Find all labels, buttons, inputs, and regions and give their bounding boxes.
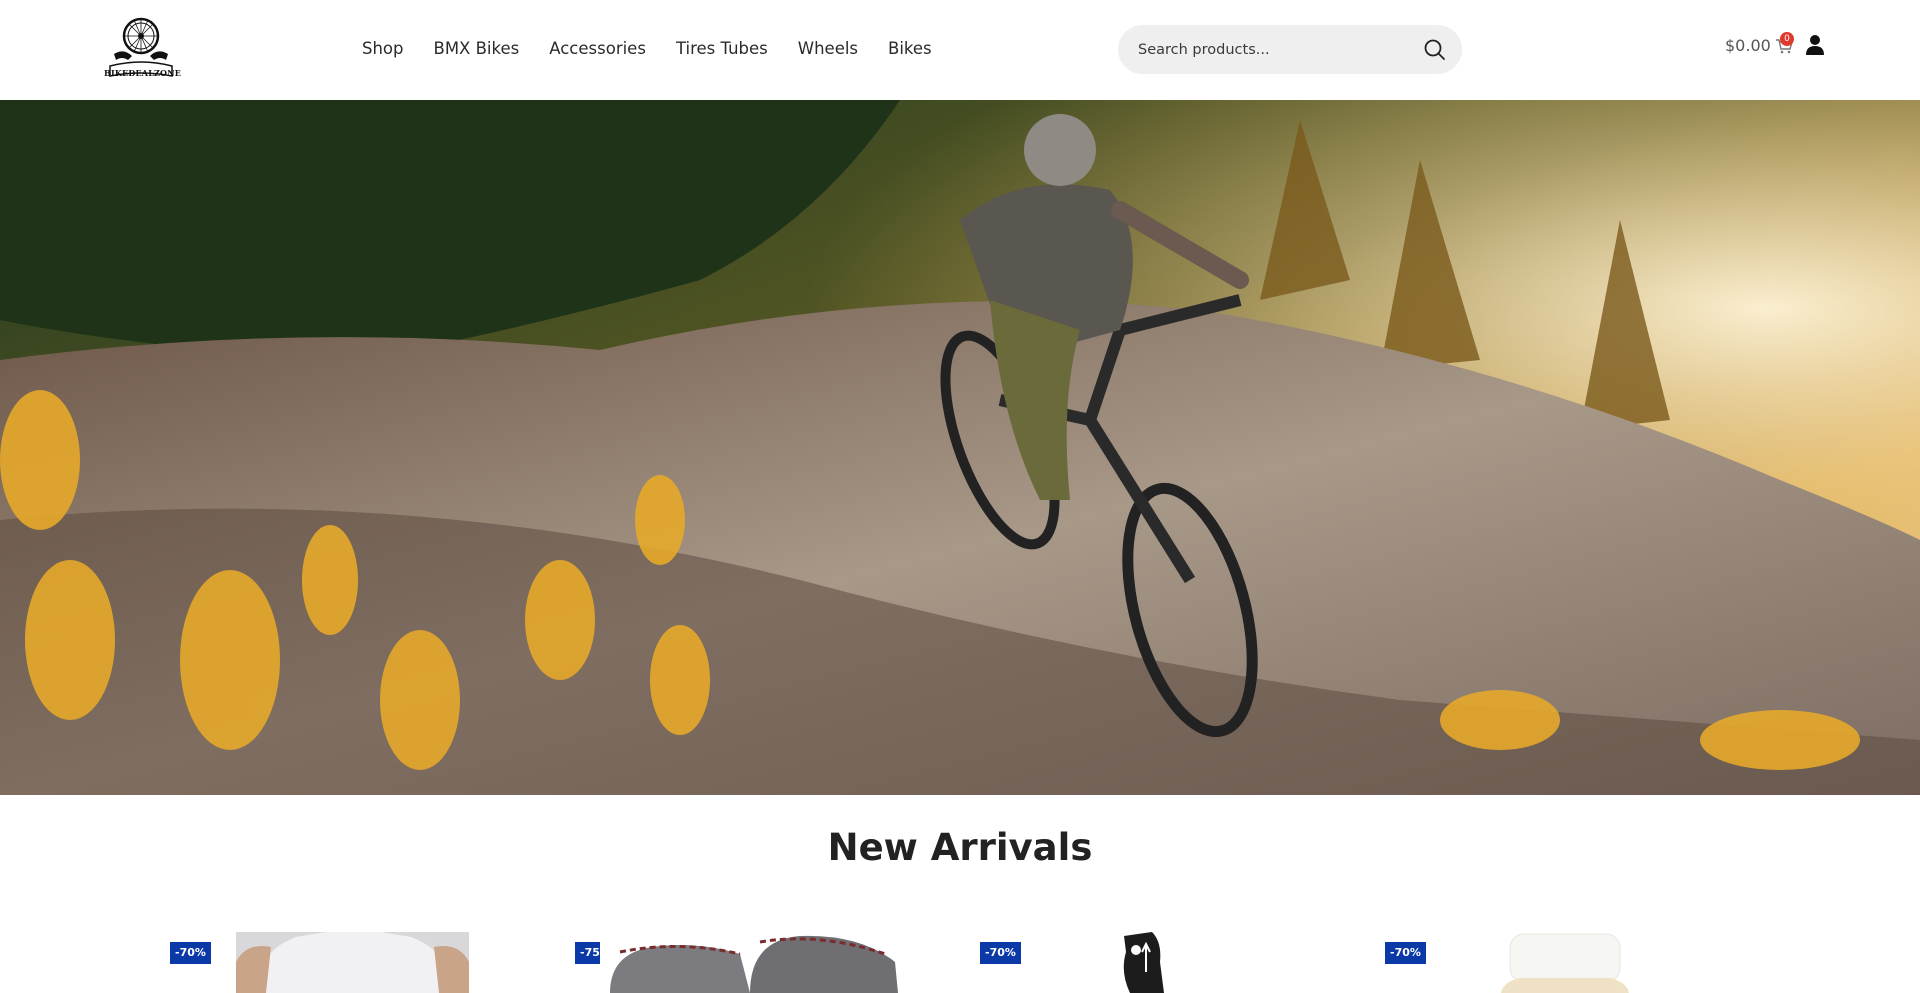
mountain-biker-hero-image	[0, 100, 1920, 795]
nav-item-bmx-bikes[interactable]: BMX Bikes	[434, 38, 520, 60]
nav-item-tires-tubes[interactable]: Tires Tubes	[676, 38, 768, 60]
nav-item-shop[interactable]: Shop	[362, 38, 404, 60]
search-icon	[1424, 39, 1445, 60]
product-image-bag[interactable]	[600, 932, 900, 993]
cart-total: $0.00	[1725, 36, 1771, 55]
user-icon	[1806, 35, 1824, 55]
site-logo[interactable]: BIKEDEALZONE	[104, 14, 182, 84]
product-image-bottle[interactable]	[1495, 932, 1635, 993]
new-arrivals-heading: New Arrivals	[827, 826, 1093, 869]
account-button[interactable]	[1806, 34, 1824, 56]
cart-count-badge: 0	[1780, 32, 1794, 46]
site-header: BIKEDEALZONE Shop BMX Bikes Accessories …	[0, 0, 1920, 100]
discount-badge: -70%	[980, 942, 1021, 964]
product-thumbnail	[1100, 932, 1200, 993]
logo-wordmark: BIKEDEALZONE	[104, 68, 182, 78]
search-bar	[1118, 25, 1462, 74]
product-thumbnail	[236, 932, 469, 993]
product-thumbnail	[600, 932, 900, 993]
nav-item-accessories[interactable]: Accessories	[549, 38, 646, 60]
hero-banner[interactable]	[0, 100, 1920, 795]
discount-badge: -70%	[170, 942, 211, 964]
search-button[interactable]	[1422, 37, 1448, 63]
nav-item-bikes[interactable]: Bikes	[888, 38, 932, 60]
product-image-mount[interactable]	[1100, 932, 1200, 993]
product-image-jersey[interactable]	[236, 932, 469, 993]
discount-badge: -70%	[1385, 942, 1426, 964]
product-thumbnail	[1495, 932, 1635, 993]
main-navigation: Shop BMX Bikes Accessories Tires Tubes W…	[362, 38, 962, 60]
search-input[interactable]	[1138, 25, 1418, 74]
nav-item-wheels[interactable]: Wheels	[798, 38, 858, 60]
